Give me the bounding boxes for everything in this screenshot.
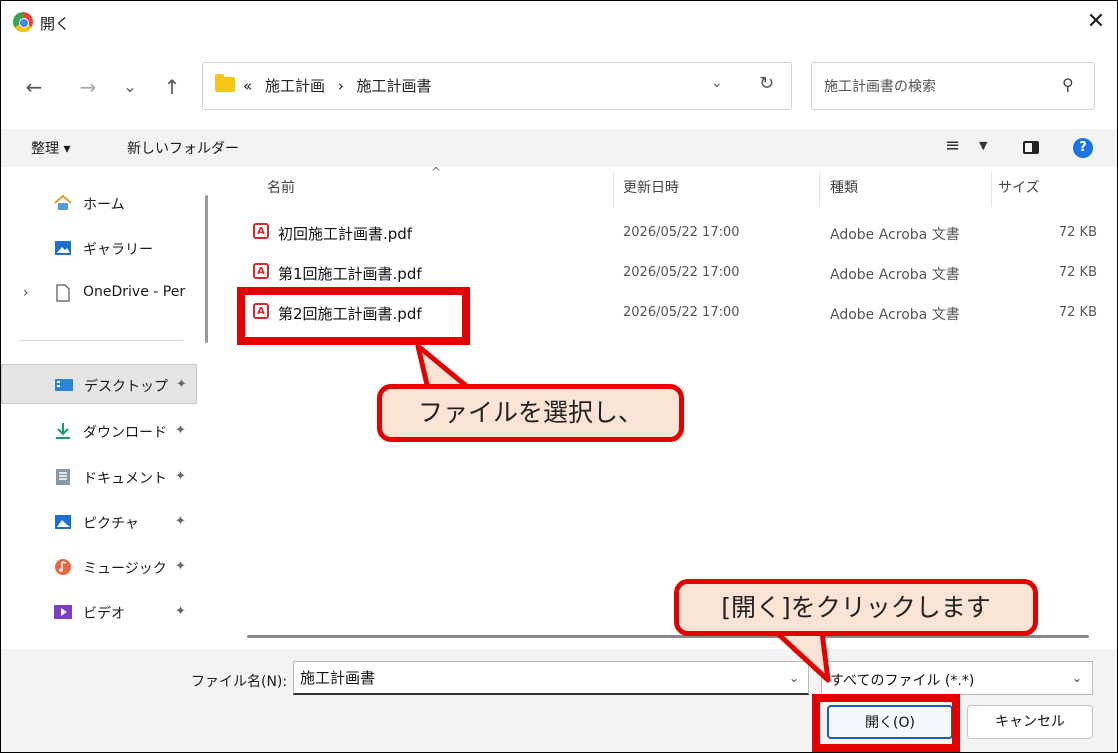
video-icon xyxy=(54,605,72,619)
home-icon xyxy=(54,194,72,210)
column-separator[interactable] xyxy=(991,171,992,207)
refresh-icon[interactable]: ↻ xyxy=(759,73,774,94)
sidebar-item-documents[interactable]: ドキュメント ✦ xyxy=(1,457,197,497)
up-arrow-icon[interactable]: ↑ xyxy=(159,75,185,99)
forward-arrow-icon[interactable]: → xyxy=(75,75,101,99)
view-options-icon[interactable]: ≡ xyxy=(945,135,960,156)
gallery-icon xyxy=(55,241,71,255)
navigation-pane: ホーム ギャラリー › OneDrive - Per デスクトップ ✦ ダウンロ… xyxy=(1,167,219,649)
filename-label: ファイル名(N): xyxy=(191,674,288,690)
column-separator[interactable] xyxy=(819,171,820,207)
breadcrumb-item-sekou-keikaku[interactable]: 施工計画 xyxy=(265,77,325,95)
file-size: 72 KB xyxy=(1058,265,1097,280)
file-name: 第1回施工計画書.pdf xyxy=(278,265,422,283)
column-header-name[interactable]: 名前 xyxy=(267,177,295,197)
pdf-file-icon: A xyxy=(253,223,269,239)
filename-dropdown-chevron-icon[interactable]: ⌄ xyxy=(789,671,799,685)
pin-icon[interactable]: ✦ xyxy=(175,604,186,619)
sidebar-item-downloads[interactable]: ダウンロード ✦ xyxy=(1,411,197,451)
file-modified: 2026/05/22 17:00 xyxy=(623,305,740,320)
music-icon xyxy=(55,559,71,575)
command-toolbar: 整理 ▾ 新しいフォルダー ≡ ▼ ? xyxy=(1,129,1117,168)
sidebar-item-label: ビデオ xyxy=(83,606,125,622)
sidebar-item-label: ダウンロード xyxy=(83,425,167,441)
sidebar-item-onedrive[interactable]: › OneDrive - Per xyxy=(1,273,197,313)
new-folder-button[interactable]: 新しいフォルダー xyxy=(127,138,239,158)
pin-icon[interactable]: ✦ xyxy=(175,514,186,529)
column-header-size[interactable]: サイズ xyxy=(998,177,1040,197)
help-icon[interactable]: ? xyxy=(1073,138,1093,158)
pdf-file-icon: A xyxy=(253,263,269,279)
sidebar-item-label: ギャラリー xyxy=(83,242,153,258)
search-input[interactable]: 施工計画書の検索 xyxy=(824,76,936,96)
column-header-modified[interactable]: 更新日時 xyxy=(623,177,679,197)
file-type: Adobe Acroba 文書 xyxy=(830,307,960,323)
file-size: 72 KB xyxy=(1058,305,1097,320)
address-bar[interactable]: « 施工計画 › 施工計画書 ⌄ ↻ xyxy=(202,62,792,110)
pictures-icon xyxy=(55,515,71,529)
callout-click-open: [開く]をクリックします xyxy=(674,579,1038,636)
open-file-dialog: 開く ✕ ← → ⌄ ↑ « 施工計画 › 施工計画書 ⌄ ↻ 施工計画書の検索… xyxy=(0,0,1118,753)
sidebar-item-gallery[interactable]: ギャラリー xyxy=(1,228,197,268)
file-row[interactable]: A 初回施工計画書.pdf 2026/05/22 17:00 Adobe Acr… xyxy=(241,217,1101,253)
file-size: 72 KB xyxy=(1058,225,1097,240)
window-title: 開く xyxy=(40,15,71,33)
file-type-filter-value: すべてのファイル (*.*) xyxy=(830,673,975,689)
cancel-button[interactable]: キャンセル xyxy=(967,705,1093,739)
pin-icon[interactable]: ✦ xyxy=(175,469,186,484)
sidebar-item-label: ドキュメント xyxy=(83,471,167,487)
pin-icon[interactable]: ✦ xyxy=(175,559,186,574)
document-icon xyxy=(56,284,70,302)
file-type: Adobe Acroba 文書 xyxy=(830,227,960,243)
search-icon[interactable]: ⚲ xyxy=(1062,75,1074,94)
organize-button[interactable]: 整理 ▾ xyxy=(31,138,70,158)
recent-locations-chevron-icon[interactable]: ⌄ xyxy=(117,77,143,96)
documents-icon xyxy=(56,469,70,485)
file-modified: 2026/05/22 17:00 xyxy=(623,265,740,280)
breadcrumb: « 施工計画 › 施工計画書 xyxy=(243,75,440,96)
file-modified: 2026/05/22 17:00 xyxy=(623,225,740,240)
sidebar-item-home[interactable]: ホーム xyxy=(1,183,197,223)
sidebar-item-music[interactable]: ミュージック ✦ xyxy=(1,547,197,587)
file-type-filter-select[interactable]: すべてのファイル (*.*) ⌄ xyxy=(821,661,1093,695)
file-type: Adobe Acroba 文書 xyxy=(830,267,960,283)
desktop-icon xyxy=(55,379,73,391)
sidebar-item-label: ホーム xyxy=(83,197,125,213)
sort-ascending-icon: ^ xyxy=(431,165,442,179)
sidebar-item-pictures[interactable]: ピクチャ ✦ xyxy=(1,502,197,542)
open-button-highlight-box xyxy=(812,694,960,752)
view-dropdown-icon[interactable]: ▼ xyxy=(979,139,987,152)
pin-icon[interactable]: ✦ xyxy=(175,423,186,438)
sidebar-item-desktop[interactable]: デスクトップ ✦ xyxy=(1,364,197,404)
pin-icon[interactable]: ✦ xyxy=(176,377,187,392)
breadcrumb-overflow[interactable]: « xyxy=(243,77,252,95)
preview-pane-icon[interactable] xyxy=(1023,141,1039,154)
download-icon xyxy=(56,423,70,439)
back-arrow-icon[interactable]: ← xyxy=(21,75,47,99)
sidebar-item-label: ピクチャ xyxy=(83,516,139,532)
filename-input[interactable] xyxy=(293,661,809,695)
title-bar: 開く ✕ xyxy=(1,1,1117,45)
breadcrumb-separator-icon[interactable]: › xyxy=(338,77,344,95)
chevron-down-icon: ⌄ xyxy=(1072,671,1083,685)
file-name: 初回施工計画書.pdf xyxy=(278,225,413,243)
expand-chevron-icon[interactable]: › xyxy=(23,285,29,301)
sidebar-scrollbar[interactable] xyxy=(205,195,208,343)
sidebar-item-label: ミュージック xyxy=(83,561,167,577)
chrome-app-icon xyxy=(13,12,33,32)
address-dropdown-chevron-icon[interactable]: ⌄ xyxy=(711,75,723,91)
close-icon[interactable]: ✕ xyxy=(1081,7,1111,37)
file-highlight-box xyxy=(237,287,470,345)
search-box[interactable]: 施工計画書の検索 ⚲ xyxy=(811,62,1095,110)
folder-icon xyxy=(215,74,235,92)
sidebar-item-label: デスクトップ xyxy=(84,379,168,395)
column-header-type[interactable]: 種類 xyxy=(830,177,858,197)
breadcrumb-item-sekou-keikakusho[interactable]: 施工計画書 xyxy=(357,77,432,95)
column-separator[interactable] xyxy=(613,171,614,207)
navigation-bar: ← → ⌄ ↑ « 施工計画 › 施工計画書 ⌄ ↻ 施工計画書の検索 ⚲ xyxy=(1,45,1117,129)
callout-select-file: ファイルを選択し、 xyxy=(377,384,684,442)
sidebar-divider xyxy=(19,340,183,341)
sidebar-item-videos[interactable]: ビデオ ✦ xyxy=(1,592,197,632)
sidebar-item-label: OneDrive - Per xyxy=(83,284,186,300)
